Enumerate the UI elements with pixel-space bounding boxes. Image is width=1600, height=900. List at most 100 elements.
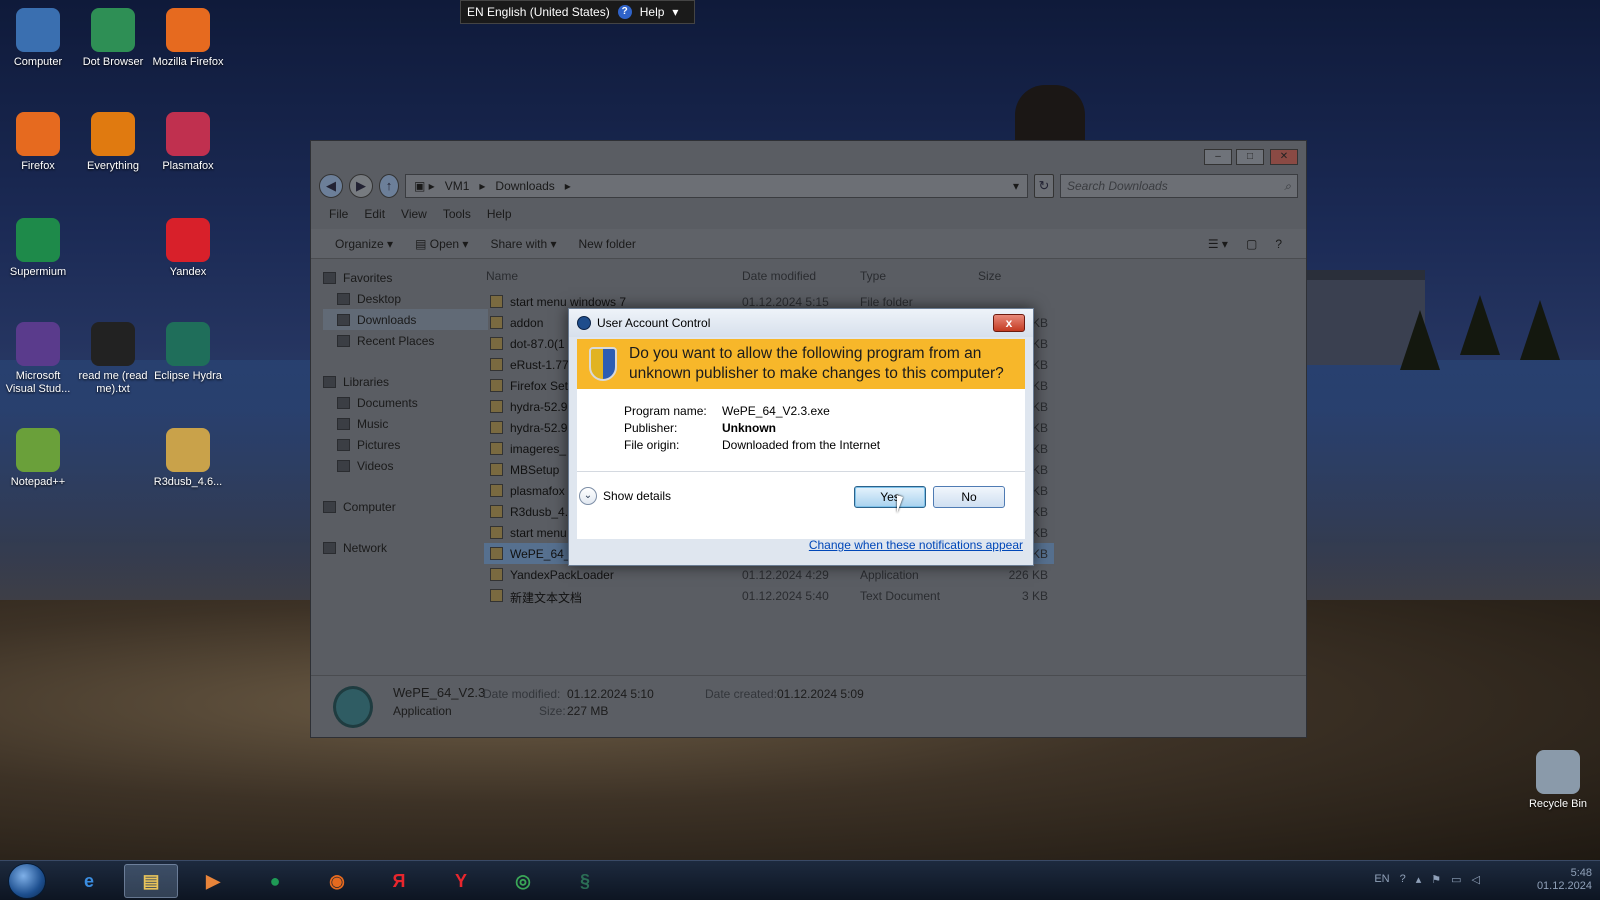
tray-language[interactable]: EN (1374, 873, 1389, 886)
visual-studio-icon[interactable] (16, 322, 60, 366)
file-row[interactable]: 新建文本文档 01.12.2024 5:40 Text Document 3 KB (484, 585, 1054, 606)
desktop-icon-label[interactable]: Firefox (0, 160, 76, 173)
taskbar-eclipse-hydra-icon[interactable]: § (558, 864, 612, 898)
maximize-button[interactable]: □ (1236, 149, 1264, 165)
nav-music[interactable]: Music (323, 413, 488, 434)
desktop-icon-everything[interactable]: Everything (75, 112, 151, 173)
column-type[interactable]: Type (860, 269, 886, 283)
supermium-icon[interactable] (16, 218, 60, 262)
desktop-icon-eclipse-hydra[interactable]: Eclipse Hydra (150, 322, 226, 383)
desktop-icon-dot-browser[interactable]: Dot Browser (75, 8, 151, 69)
notepad-plus-plus-icon[interactable] (16, 428, 60, 472)
no-button[interactable]: No (933, 486, 1005, 508)
desktop-icon-recycle-bin[interactable]: Recycle Bin (1520, 750, 1596, 811)
desktop-icon-label[interactable]: Computer (0, 56, 76, 69)
refresh-button[interactable]: ↻ (1034, 174, 1054, 198)
show-hidden-icons-icon[interactable]: ▴ (1416, 873, 1422, 886)
desktop-icon-yandex[interactable]: Yandex (150, 218, 226, 279)
start-button[interactable] (8, 863, 46, 899)
desktop-icon-notepad-plus-plus[interactable]: Notepad++ (0, 428, 76, 489)
help-label[interactable]: Help (640, 5, 665, 19)
uac-dialog[interactable]: User Account Control x Do you want to al… (568, 308, 1034, 566)
desktop-icon-label[interactable]: read me (read me).txt (75, 370, 151, 396)
menu-view[interactable]: View (401, 207, 427, 221)
nav-videos[interactable]: Videos (323, 455, 488, 476)
notification-settings-link[interactable]: Change when these notifications appear (809, 538, 1023, 552)
eclipse-hydra-icon[interactable] (166, 322, 210, 366)
desktop-icon-computer[interactable]: Computer (0, 8, 76, 69)
file-row[interactable]: YandexPackLoader 01.12.2024 4:29 Applicati… (484, 564, 1054, 585)
action-center-flag-icon[interactable]: ⚑ (1431, 873, 1441, 886)
network-icon[interactable]: ▭ (1451, 873, 1461, 886)
chevron-down-icon[interactable]: ⌄ (579, 487, 597, 505)
firefox-icon[interactable] (16, 112, 60, 156)
breadcrumb-separator-icon[interactable]: ▸ (565, 179, 571, 193)
desktop-icon-label[interactable]: Mozilla Firefox (150, 56, 226, 69)
column-name[interactable]: Name (486, 269, 518, 283)
view-options-icon[interactable]: ☰ ▾ (1208, 237, 1228, 251)
column-size[interactable]: Size (978, 269, 1001, 283)
nav-pictures[interactable]: Pictures (323, 434, 488, 455)
nav-favorites[interactable]: Favorites (323, 267, 488, 288)
new-folder-button[interactable]: New folder (579, 237, 636, 251)
breadcrumb-separator-icon[interactable]: ▸ (479, 179, 485, 193)
language-bar-options-icon[interactable]: ▾ (672, 5, 678, 19)
uac-close-button[interactable]: x (993, 314, 1025, 332)
preview-pane-icon[interactable]: ▢ (1246, 237, 1257, 251)
breadcrumb-vm1[interactable]: VM1 (445, 179, 470, 193)
uac-titlebar[interactable]: User Account Control x (569, 309, 1033, 337)
taskbar-yandex-icon[interactable]: Y (434, 864, 488, 898)
desktop-icon-supermium[interactable]: Supermium (0, 218, 76, 279)
desktop-icon-label[interactable]: Notepad++ (0, 476, 76, 489)
address-dropdown-icon[interactable]: ▾ (1013, 179, 1019, 193)
open-button[interactable]: ▤ Open ▾ (415, 237, 468, 251)
taskbar-chrome-icon[interactable]: ◎ (496, 864, 550, 898)
taskbar-file-explorer-icon[interactable]: ▤ (124, 864, 178, 898)
desktop-icon-label[interactable]: Yandex (150, 266, 226, 279)
language-bar[interactable]: EN English (United States) ? Help ▾ (460, 0, 695, 24)
taskbar-firefox-icon[interactable]: ◉ (310, 864, 364, 898)
up-button[interactable]: ↑ (379, 174, 399, 198)
nav-documents[interactable]: Documents (323, 392, 488, 413)
desktop-icon-label[interactable]: Microsoft Visual Stud... (0, 370, 76, 396)
nav-desktop[interactable]: Desktop (323, 288, 488, 309)
nav-libraries[interactable]: Libraries (323, 371, 488, 392)
explorer-titlebar[interactable]: – □ ✕ (311, 141, 1306, 171)
nav-computer[interactable]: Computer (323, 496, 488, 517)
everything-icon[interactable] (91, 112, 135, 156)
search-input[interactable]: Search Downloads ⌕ (1060, 174, 1298, 198)
desktop-icon-label[interactable]: Recycle Bin (1520, 798, 1596, 811)
volume-icon[interactable]: ◁ (1472, 873, 1480, 886)
taskbar-internet-explorer-icon[interactable]: e (62, 864, 116, 898)
menu-help[interactable]: Help (487, 207, 512, 221)
folder-icon[interactable] (166, 428, 210, 472)
forward-button[interactable]: ▶ (349, 174, 373, 198)
search-icon[interactable]: ⌕ (1284, 179, 1291, 194)
computer-icon[interactable] (16, 8, 60, 52)
show-details-label[interactable]: Show details (603, 489, 671, 503)
desktop-icon-firefox[interactable]: Firefox (0, 112, 76, 173)
plasmafox-icon[interactable] (166, 112, 210, 156)
breadcrumb-downloads[interactable]: Downloads (495, 179, 554, 193)
taskbar-media-player-icon[interactable]: ▶ (186, 864, 240, 898)
taskbar-supermium-icon[interactable]: ● (248, 864, 302, 898)
close-button[interactable]: ✕ (1270, 149, 1298, 165)
clock[interactable]: 5:48 01.12.2024 (1537, 867, 1592, 893)
nav-downloads[interactable]: Downloads (323, 309, 488, 330)
show-details-toggle[interactable]: ⌄ Show details (579, 487, 671, 505)
taskbar-yandex-browser-icon[interactable]: Я (372, 864, 426, 898)
yes-button[interactable]: Yes (854, 486, 926, 508)
desktop-icon-folder[interactable]: R3dusb_4.6... (150, 428, 226, 489)
desktop-icon-label[interactable]: Supermium (0, 266, 76, 279)
share-button[interactable]: Share with ▾ (490, 237, 556, 251)
desktop-icon-firefox[interactable]: Mozilla Firefox (150, 8, 226, 69)
help-icon[interactable]: ? (617, 5, 632, 19)
text-file-icon[interactable] (91, 322, 135, 366)
minimize-button[interactable]: – (1204, 149, 1232, 165)
menu-edit[interactable]: Edit (364, 207, 385, 221)
organize-button[interactable]: Organize ▾ (335, 237, 393, 251)
desktop-icon-label[interactable]: R3dusb_4.6... (150, 476, 226, 489)
menu-file[interactable]: File (329, 207, 348, 221)
desktop-icon-label[interactable]: Dot Browser (75, 56, 151, 69)
dot-browser-icon[interactable] (91, 8, 135, 52)
